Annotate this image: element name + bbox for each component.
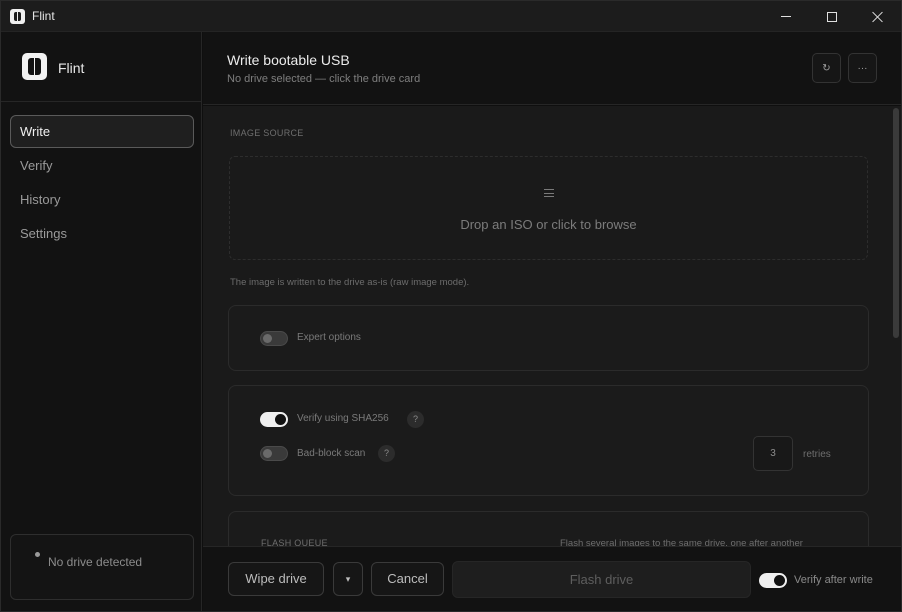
iso-dropzone[interactable]: Drop an ISO or click to browse xyxy=(229,156,868,260)
verify-sha256-help-icon[interactable]: ? xyxy=(407,411,424,428)
expert-options-toggle[interactable] xyxy=(260,331,288,346)
image-source-label: IMAGE SOURCE xyxy=(230,128,304,138)
close-icon xyxy=(872,11,884,23)
maximize-button[interactable] xyxy=(809,1,855,32)
brand-name: Flint xyxy=(58,60,85,76)
retries-label: retries xyxy=(803,449,831,460)
page-header: Write bootable USB No drive selected — c… xyxy=(203,32,901,105)
bad-block-label: Bad-block scan xyxy=(297,448,366,459)
minimize-button[interactable] xyxy=(763,1,809,32)
verify-after-write-label: Verify after write xyxy=(794,574,873,586)
sidebar-item-settings[interactable]: Settings xyxy=(10,217,194,250)
refresh-icon: ↻ xyxy=(822,62,831,74)
minimize-icon xyxy=(781,16,791,17)
brand: Flint xyxy=(1,32,201,102)
chevron-down-icon: ▾ xyxy=(345,574,351,584)
flash-queue-description: Flash several images to the same drive, … xyxy=(560,538,803,546)
flash-queue-title: FLASH QUEUE xyxy=(261,538,328,546)
title-bar[interactable]: Flint xyxy=(1,1,901,32)
window-title: Flint xyxy=(32,9,55,23)
image-mode-note: The image is written to the drive as-is … xyxy=(230,277,470,288)
file-icon xyxy=(544,189,554,197)
sidebar-item-write[interactable]: Write xyxy=(10,115,194,148)
action-footer: Wipe drive ▾ Cancel Flash drive Verify a… xyxy=(203,546,901,611)
drive-status-text: No drive detected xyxy=(48,555,143,569)
drive-status-dot xyxy=(35,552,40,557)
flash-queue-card: FLASH QUEUE Flash several images to the … xyxy=(228,511,869,546)
page-subtitle: No drive selected — click the drive card xyxy=(227,73,421,85)
more-icon: ··· xyxy=(857,62,868,74)
wipe-drive-button[interactable]: Wipe drive xyxy=(228,562,324,596)
drive-card[interactable]: No drive detected xyxy=(10,534,194,600)
retries-input[interactable]: 3 xyxy=(753,436,793,471)
maximize-icon xyxy=(827,11,837,22)
verification-card: Verify using SHA256 ? Bad-block scan ? 3… xyxy=(228,385,869,496)
verify-sha256-label: Verify using SHA256 xyxy=(297,413,389,424)
close-button[interactable] xyxy=(855,1,901,32)
bad-block-toggle[interactable] xyxy=(260,446,288,461)
app-icon xyxy=(10,9,25,24)
expert-options-label: Expert options xyxy=(297,332,361,343)
bad-block-help-icon[interactable]: ? xyxy=(378,445,395,462)
sidebar: Flint Write Verify History Settings No d… xyxy=(1,32,202,611)
more-options-button[interactable]: ··· xyxy=(848,53,877,83)
content-scrollbar[interactable] xyxy=(893,108,899,338)
refresh-button[interactable]: ↻ xyxy=(812,53,841,83)
app-window: Flint Flint Write Verify History Setting… xyxy=(0,0,902,612)
expert-options-card: Expert options xyxy=(228,305,869,371)
flint-logo-icon xyxy=(22,53,47,80)
cancel-button[interactable]: Cancel xyxy=(371,562,444,596)
verify-after-write-toggle[interactable] xyxy=(759,573,787,588)
verify-sha256-toggle[interactable] xyxy=(260,412,288,427)
main-content[interactable]: IMAGE SOURCE Drop an ISO or click to bro… xyxy=(203,106,901,546)
sidebar-item-history[interactable]: History xyxy=(10,183,194,216)
sidebar-item-verify[interactable]: Verify xyxy=(10,149,194,182)
page-title: Write bootable USB xyxy=(227,52,350,68)
wipe-options-dropdown[interactable]: ▾ xyxy=(333,562,363,596)
dropzone-text: Drop an ISO or click to browse xyxy=(460,217,637,232)
flash-drive-button[interactable]: Flash drive xyxy=(452,561,751,598)
